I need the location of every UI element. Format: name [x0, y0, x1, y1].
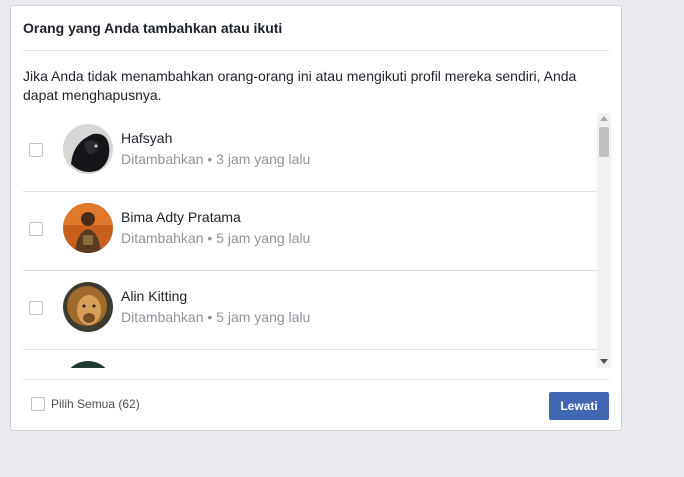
- avatar[interactable]: [63, 124, 113, 174]
- person-name[interactable]: Alin Kitting: [121, 288, 187, 304]
- select-all-label[interactable]: Pilih Semua (62): [51, 397, 140, 411]
- person-checkbox[interactable]: [29, 143, 43, 157]
- avatar[interactable]: [63, 282, 113, 332]
- dialog-header: Orang yang Anda tambahkan atau ikuti: [23, 6, 609, 51]
- avatar[interactable]: [63, 203, 113, 253]
- select-all-checkbox[interactable]: [31, 397, 45, 411]
- person-added-time: Ditambahkan • 3 jam yang lalu: [121, 151, 311, 167]
- list-scrollbar[interactable]: [597, 113, 611, 368]
- dialog-description: Jika Anda tidak menambahkan orang-orang …: [23, 68, 577, 103]
- avatar-image-icon: [63, 124, 113, 174]
- person-name[interactable]: Hafsyah: [121, 130, 172, 146]
- person-name[interactable]: Bima Adty Pratama: [121, 209, 241, 225]
- avatar-image-icon: [63, 203, 113, 253]
- person-checkbox[interactable]: [29, 301, 43, 315]
- people-added-dialog: Orang yang Anda tambahkan atau ikuti Jik…: [10, 5, 622, 431]
- dialog-footer: Pilih Semua (62) Lewati: [23, 379, 609, 432]
- person-added-time: Ditambahkan • 5 jam yang lalu: [121, 309, 311, 325]
- list-item: [23, 350, 597, 368]
- person-added-time: Ditambahkan • 5 jam yang lalu: [121, 230, 311, 246]
- dialog-title: Orang yang Anda tambahkan atau ikuti: [23, 20, 283, 36]
- list-item: Bima Adty Pratama Ditambahkan • 5 jam ya…: [23, 192, 597, 271]
- avatar-image-icon: [63, 282, 113, 332]
- list-item: Hafsyah Ditambahkan • 3 jam yang lalu: [23, 113, 597, 192]
- avatar-image-icon: [63, 361, 113, 368]
- scroll-thumb[interactable]: [599, 127, 609, 157]
- scroll-up-arrow-icon[interactable]: [600, 116, 608, 121]
- person-checkbox[interactable]: [29, 222, 43, 236]
- skip-button[interactable]: Lewati: [549, 392, 609, 420]
- people-list: Hafsyah Ditambahkan • 3 jam yang lalu Bi…: [23, 113, 611, 368]
- list-item: Alin Kitting Ditambahkan • 5 jam yang la…: [23, 271, 597, 350]
- scroll-down-arrow-icon[interactable]: [600, 359, 608, 364]
- avatar[interactable]: [63, 361, 113, 368]
